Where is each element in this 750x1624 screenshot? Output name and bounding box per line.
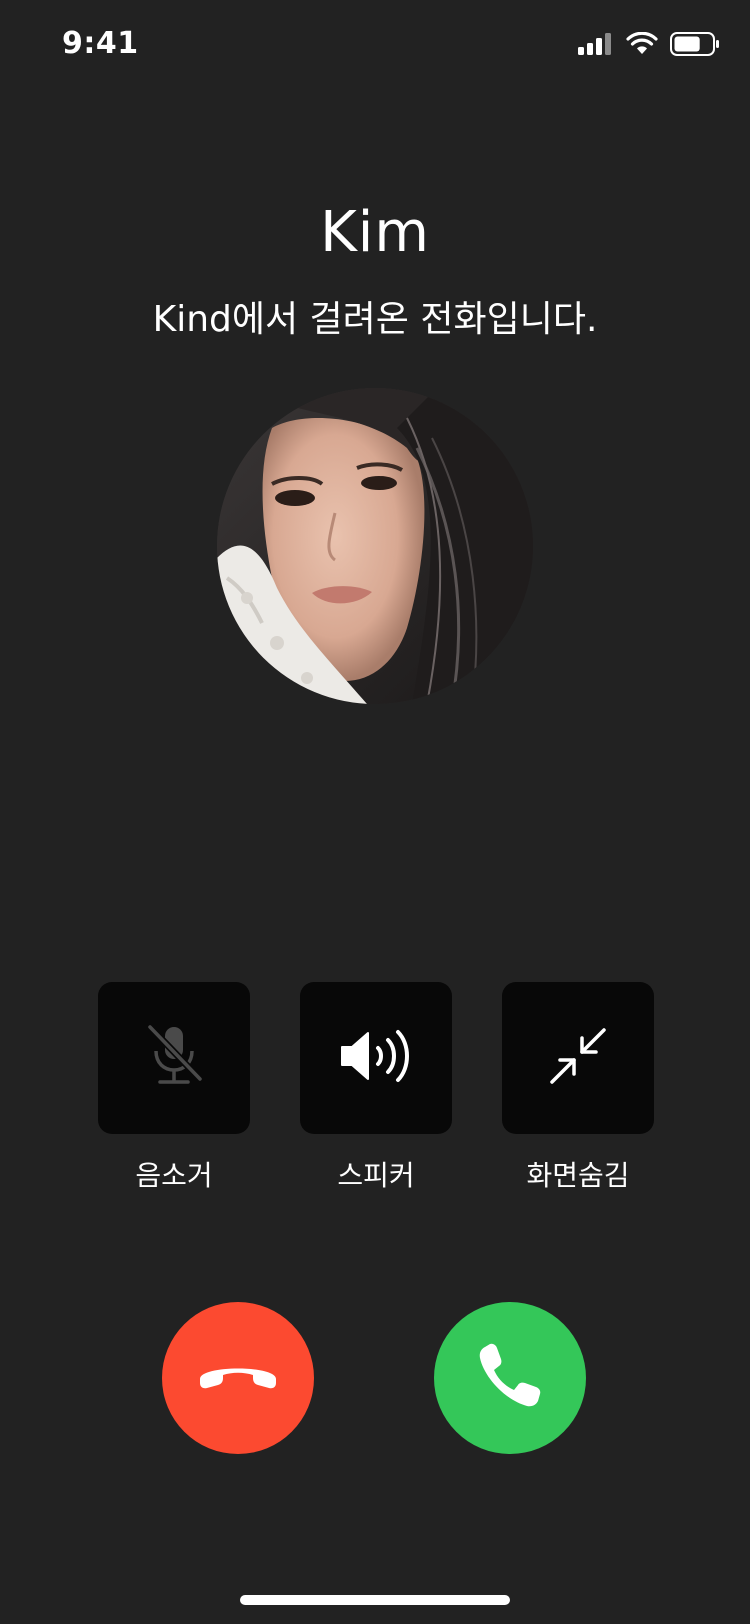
status-time: 9:41 [62, 26, 139, 61]
hide-screen-button[interactable] [502, 982, 654, 1134]
speaker-icon [338, 1028, 414, 1088]
accept-call-button[interactable] [434, 1302, 586, 1454]
speaker-control: 스피커 [300, 982, 452, 1194]
caller-avatar [217, 388, 533, 704]
caller-name: Kim [320, 200, 430, 265]
speaker-label: 스피커 [337, 1159, 415, 1192]
hide-screen-control: 화면숨김 [502, 982, 654, 1194]
speaker-button[interactable] [300, 982, 452, 1134]
mute-label: 음소거 [135, 1159, 213, 1192]
hide-screen-label: 화면숨김 [526, 1159, 630, 1192]
battery-icon [670, 32, 720, 60]
call-controls: 음소거 스피커 화면숨김 [0, 982, 750, 1202]
mute-control: 음소거 [98, 982, 250, 1194]
status-icons [578, 31, 720, 60]
home-indicator[interactable] [240, 1595, 510, 1605]
mic-muted-icon [144, 1023, 204, 1093]
cellular-signal-icon [578, 33, 614, 59]
caller-subtitle: Kind에서 걸려온 전화입니다. [152, 299, 598, 340]
incoming-call-screen: 9:41 Kim Kind에서 걸려온 전화입니다. 음소거 스피커 화면숨김 [0, 0, 750, 1624]
phone-icon [477, 1343, 543, 1413]
status-bar: 9:41 [0, 0, 750, 92]
wifi-icon [626, 31, 658, 60]
minimize-icon [548, 1026, 608, 1090]
mute-button[interactable] [98, 982, 250, 1134]
decline-call-button[interactable] [162, 1302, 314, 1454]
phone-hangup-icon [196, 1359, 280, 1397]
